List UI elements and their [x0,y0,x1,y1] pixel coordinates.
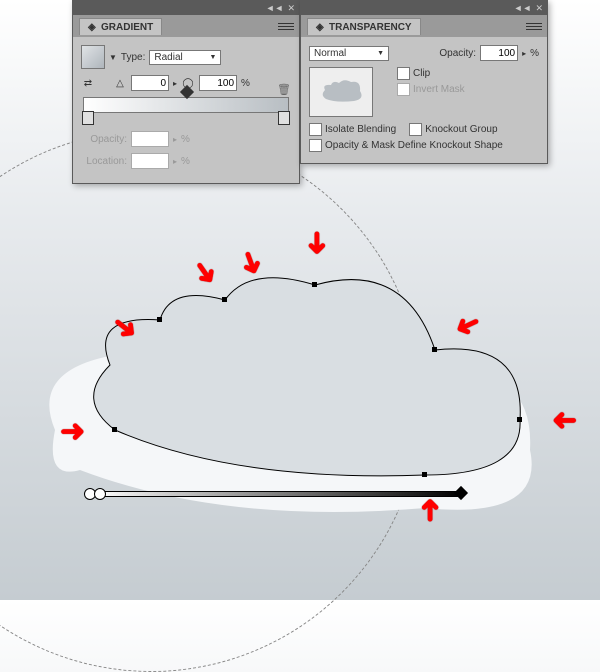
cloud-selected-path[interactable] [55,270,575,500]
trash-icon[interactable]: 🗑 [277,83,291,96]
gradient-annotator-start-inner[interactable] [94,488,106,500]
stop-opacity-input [131,131,169,147]
opacity-input[interactable] [480,45,518,61]
red-arrow: ➜ [416,497,446,522]
stepper-icon[interactable]: ▸ [173,79,177,88]
diamond-icon: ◈ [316,22,326,32]
gradient-annotator-bar[interactable] [92,491,462,497]
isolate-blending-checkbox[interactable]: Isolate Blending [309,123,396,136]
stop-location-input [131,153,169,169]
panel-titlebar[interactable]: ◄◄ ✕ [301,1,547,15]
gradient-type-select[interactable]: Radial [149,50,221,65]
close-icon[interactable]: ✕ [287,3,295,14]
type-label: Type: [121,52,145,63]
aspect-input[interactable] [199,75,237,91]
collapse-icon[interactable]: ◄◄ [514,3,532,13]
panel-tabs: ◈TRANSPARENCY [301,15,547,37]
red-arrow: ➜ [302,230,332,255]
gradient-ramp[interactable] [83,97,289,113]
pct-label: % [241,78,250,89]
diamond-icon: ◈ [88,22,98,32]
angle-input[interactable] [131,75,169,91]
blend-mode-select[interactable]: Normal [309,46,389,61]
panel-tabs: ◈GRADIENT [73,15,299,37]
tab-transparency[interactable]: ◈TRANSPARENCY [307,18,421,35]
knockout-group-checkbox[interactable]: Knockout Group [409,123,497,136]
define-knockout-checkbox[interactable]: Opacity & Mask Define Knockout Shape [309,139,539,152]
angle-icon: △ [113,76,127,90]
stepper-icon[interactable]: ▸ [522,49,526,58]
invert-mask-checkbox: Invert Mask [397,83,465,96]
gradient-preview-swatch[interactable] [81,45,105,69]
reverse-gradient-icon[interactable]: ⇄ [81,76,95,90]
gradient-panel: ◄◄ ✕ ◈GRADIENT ▼ Type: Radial ⇄ △ ▸ ◯ % [72,0,300,184]
gradient-stop-right[interactable] [278,111,290,125]
location-label: Location: [81,156,127,167]
opacity-label: Opacity: [81,134,127,145]
red-arrow: ➜ [60,417,85,447]
panel-menu-button[interactable] [525,19,543,33]
collapse-icon[interactable]: ◄◄ [266,3,284,13]
red-arrow: ➜ [552,405,577,435]
tab-gradient[interactable]: ◈GRADIENT [79,18,162,35]
close-icon[interactable]: ✕ [535,3,543,14]
panel-menu-button[interactable] [277,19,295,33]
opacity-label: Opacity: [439,48,476,59]
panel-titlebar[interactable]: ◄◄ ✕ [73,1,299,15]
object-thumbnail[interactable] [309,67,373,117]
clip-checkbox[interactable]: Clip [397,67,465,80]
transparency-panel: ◄◄ ✕ ◈TRANSPARENCY Normal Opacity: ▸ % C… [300,0,548,164]
gradient-stop-left[interactable] [82,111,94,125]
dropdown-icon[interactable]: ▼ [109,53,117,62]
